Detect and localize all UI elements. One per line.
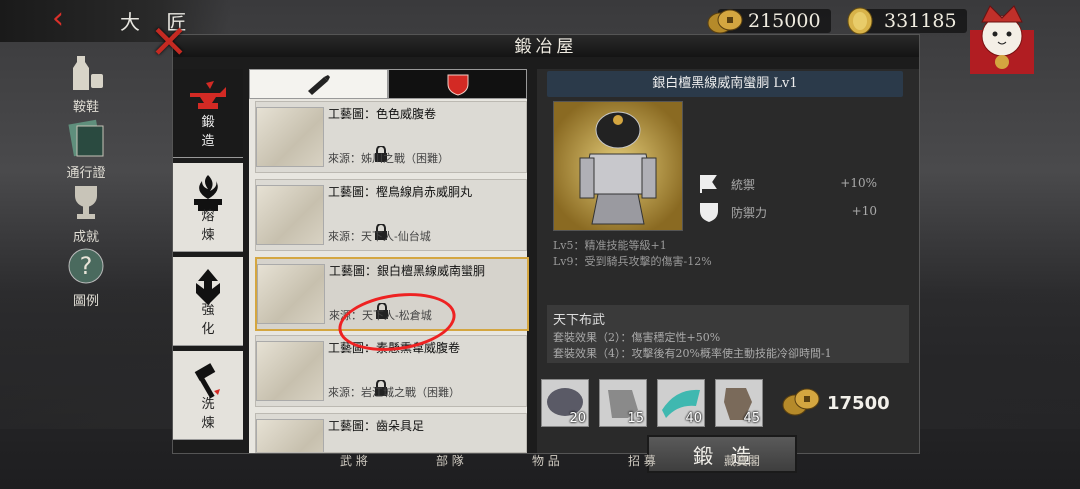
shield-icon [700,203,718,222]
currency-coins: 215000 [706,6,831,36]
set-line: 套裝效果（2）：傷害穩定性+50% [553,331,721,344]
effect-line: Lv5：精准技能等級+1 [553,239,667,252]
recipe-name: 工藝圖：色色威腹卷 [328,107,437,121]
scroll-thumbnail [256,107,324,167]
tab-weapon[interactable] [249,69,388,99]
panel-title: 鍛冶屋 [173,35,919,57]
tab-armor[interactable] [388,69,527,99]
stat-label: 防禦力 [731,206,768,220]
type-tabs [249,69,527,99]
detail-panel: 銀白檀黑線威南蠻胴 Lv1 統禦 +10% 防禦力 +10 Lv5：精准技能等級… [537,69,919,473]
material-slot[interactable]: 20 [541,379,589,427]
nav-item[interactable]: 藏寶閣 [724,452,760,472]
nav-item[interactable]: 物 品 [532,452,560,472]
item-name: 銀白檀黑線威南蠻胴 Lv1 [547,71,903,97]
material-slot[interactable]: 45 [715,379,763,427]
side-item-label: 圖例 [72,294,99,309]
set-bonus: 天下布武 套裝效果（2）：傷害穩定性+50% 套裝效果（4）：攻擊後有20%概率… [547,305,909,363]
coins-icon [782,388,820,416]
effect-line: Lv9：受到騎兵攻擊的傷害-12% [553,255,712,268]
side-item-label: 鞍鞋 [72,100,99,115]
recipe-name: 工藝圖：齒朵具足 [328,419,425,433]
nav-item[interactable]: 武 將 [340,452,368,472]
nav-item[interactable]: 招 募 [628,452,656,472]
material-count: 45 [743,411,760,426]
stat-row: 防禦力 +10 [697,201,913,223]
nav-item[interactable]: 部 隊 [436,452,464,472]
coins-icon [707,9,743,34]
material-slot[interactable]: 15 [599,379,647,427]
side-item-label: 通行證 [66,166,106,181]
material-count: 40 [685,411,702,426]
stat-label: 統禦 [731,178,756,192]
material-count: 20 [569,411,586,426]
tab-label: 強 化 [201,303,225,337]
side-item-label: 成就 [72,230,99,245]
list-item[interactable]: 工藝圖：樫鳥線肩赤威胴丸 來源：天下人-仙台城 [255,179,527,251]
recipe-name: 工藝圖：銀白檀黑線威南蠻胴 [329,264,486,278]
tab-refine[interactable]: 洗 煉 [173,351,243,440]
svg-text:?: ? [80,252,93,280]
category-tabs: 鍛 造 熔 煉 強 化 洗 煉 [173,69,243,453]
stat-value: +10 [851,204,877,218]
armor-icon [579,111,657,225]
list-item[interactable]: 工藝圖：齒朵具足 [255,413,527,453]
scroll-thumbnail [256,185,324,245]
scroll-thumbnail [256,419,324,452]
stat-value: +10% [840,176,877,190]
scroll-thumbnail [256,341,324,401]
scroll-thumbnail [257,264,325,324]
shield-icon [447,74,468,96]
tab-enhance[interactable]: 強 化 [173,257,243,346]
armor-portrait [553,101,683,231]
sake-icon [73,56,103,90]
material-slot[interactable]: 40 [657,379,705,427]
recipe-source: 來源：岩江城之戰（困難） [328,386,460,399]
recipe-list[interactable]: 工藝圖：色色威腹卷 來源：姊川之戰（困難） 工藝圖：樫鳥線肩赤威胴丸 來源：天下… [249,69,529,453]
recipe-source: 來源：姊川之戰（困難） [328,152,449,165]
question-icon: ? [68,248,104,284]
flag-icon [700,175,717,193]
stat-row: 統禦 +10% [697,173,913,195]
lucky-cat-avatar[interactable] [964,2,1040,76]
currency-gold: 331185 [842,6,967,36]
close-icon[interactable]: ✕ [148,19,190,65]
gold-bar-icon [847,7,873,35]
tab-smelt[interactable]: 熔 煉 [173,163,243,252]
trophy-icon [75,186,97,219]
tab-label: 洗 煉 [201,397,225,431]
sword-icon [307,75,330,95]
side-item-sake[interactable]: 鞍鞋 [56,52,116,115]
tab-label: 熔 煉 [201,209,225,243]
list-item[interactable]: 工藝圖：色色威腹卷 來源：姊川之戰（困難） [255,101,527,173]
set-line: 套裝效果（4）：攻擊後有20%概率使主動技能冷卻時間-1 [553,347,832,360]
side-item-trophy[interactable]: 成就 [56,182,116,245]
set-title: 天下布武 [553,313,606,328]
bottom-nav: 武 將 部 隊 物 品 招 募 藏寶閣 [340,452,760,472]
tab-label: 鍛 造 [201,115,225,149]
forge-panel: 鍛冶屋 鍛 造 熔 煉 強 化 洗 煉 工藝圖：色色威腹卷 來源：姊川之戰（困難… [172,34,920,473]
recipe-name: 工藝圖：樫鳥線肩赤威胴丸 [328,185,473,199]
forge-cost: 17500 [827,393,890,414]
recipe-source: 來源：天下人-仙台城 [328,230,431,243]
tab-forge[interactable]: 鍛 造 [173,69,243,158]
side-item-pass[interactable]: 通行證 [56,118,116,181]
back-arrow-icon[interactable]: ‹ [52,4,82,34]
side-item-guide[interactable]: ? 圖例 [56,246,116,309]
material-count: 15 [627,411,644,426]
pass-icon [68,119,104,157]
